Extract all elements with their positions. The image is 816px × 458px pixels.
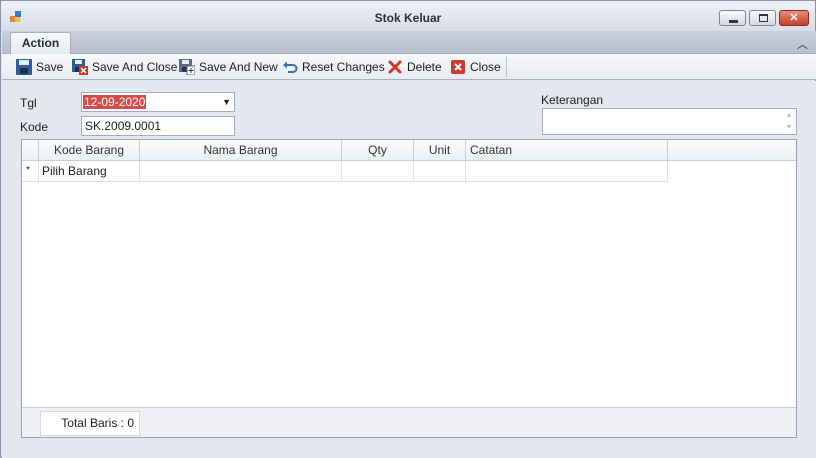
tgl-label: Tgl	[20, 96, 37, 110]
memo-scrollbar[interactable]: ▲ ▼	[783, 110, 795, 134]
maximize-button[interactable]	[749, 10, 776, 26]
col-catatan[interactable]: Catatan	[466, 140, 668, 161]
save-and-close-button[interactable]: Save And Close	[72, 56, 177, 78]
maximize-icon	[759, 14, 768, 22]
unit-cell[interactable]	[414, 161, 466, 182]
toolbar-separator	[506, 57, 507, 77]
row-indicator-header	[22, 140, 39, 161]
collapse-ribbon-icon[interactable]: ︿	[797, 36, 808, 52]
catatan-cell[interactable]	[466, 161, 668, 182]
minimize-button[interactable]	[719, 10, 746, 26]
delete-button[interactable]: Delete	[387, 56, 442, 78]
ribbon-tab-strip: Action ︿	[2, 31, 816, 55]
keterangan-label: Keterangan	[541, 93, 604, 107]
close-window-button[interactable]: ✕	[779, 10, 809, 26]
kode-field[interactable]: SK.2009.0001	[81, 116, 235, 136]
dropdown-arrow-icon[interactable]: ▼	[222, 93, 231, 111]
save-button[interactable]: Save	[16, 56, 63, 78]
col-nama-barang[interactable]: Nama Barang	[140, 140, 342, 161]
save-and-new-label: Save And New	[199, 60, 278, 74]
grid-footer: Total Baris : 0	[22, 407, 796, 437]
new-item-row[interactable]: * Pilih Barang	[22, 161, 668, 182]
window-title: Stok Keluar	[374, 11, 442, 25]
reset-icon	[282, 59, 298, 75]
keterangan-field[interactable]: ▲ ▼	[542, 108, 797, 135]
kode-value: SK.2009.0001	[85, 119, 162, 133]
save-label: Save	[36, 60, 64, 74]
reset-changes-button[interactable]: Reset Changes	[282, 56, 385, 78]
nama-barang-cell[interactable]	[140, 161, 342, 182]
close-label: Close	[470, 60, 501, 74]
total-rows: Total Baris : 0	[40, 411, 140, 436]
items-grid[interactable]: Kode Barang Nama Barang Qty Unit Catatan…	[21, 139, 797, 438]
kode-barang-cell[interactable]: Pilih Barang	[39, 161, 140, 182]
col-unit[interactable]: Unit	[414, 140, 466, 161]
stok-keluar-window: Stok Keluar ✕ Action ︿ Save Save And Clo…	[0, 0, 816, 458]
close-window-icon: ✕	[789, 12, 799, 24]
save-and-new-icon	[179, 59, 196, 76]
grid-header: Kode Barang Nama Barang Qty Unit Catatan	[22, 140, 796, 161]
save-icon	[16, 59, 32, 75]
title-bar[interactable]: Stok Keluar ✕	[1, 1, 815, 31]
col-kode-barang[interactable]: Kode Barang	[39, 140, 140, 161]
save-and-close-label: Save And Close	[92, 60, 178, 74]
tab-action[interactable]: Action	[10, 32, 71, 55]
kode-label: Kode	[20, 120, 49, 134]
close-icon	[450, 59, 466, 75]
qty-cell[interactable]	[342, 161, 414, 182]
delete-icon	[387, 59, 403, 75]
toolbar: Save Save And Close Save And New Reset C…	[2, 54, 816, 80]
close-button[interactable]: Close	[450, 56, 501, 78]
new-row-indicator: *	[22, 161, 39, 182]
delete-label: Delete	[407, 60, 442, 74]
save-and-close-icon	[72, 59, 88, 75]
tgl-date-field[interactable]: 12-09-2020 ▼	[81, 92, 235, 112]
col-qty[interactable]: Qty	[342, 140, 414, 161]
reset-changes-label: Reset Changes	[302, 60, 385, 74]
save-and-new-button[interactable]: Save And New	[179, 56, 278, 78]
minimize-icon	[729, 20, 738, 23]
tgl-value: 12-09-2020	[83, 95, 147, 109]
